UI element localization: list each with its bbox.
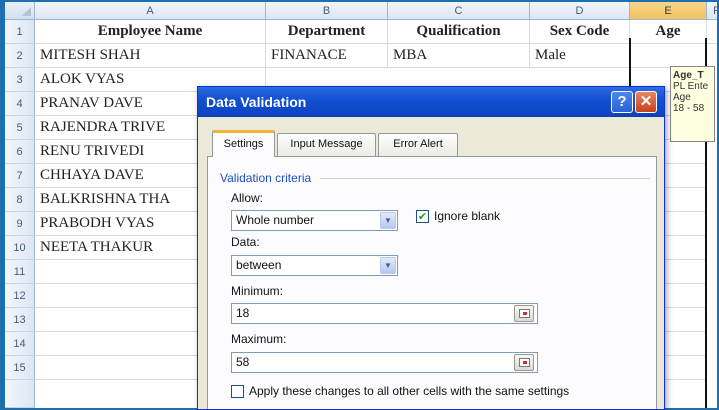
ignore-blank-label: Ignore blank <box>434 209 501 223</box>
chevron-down-icon[interactable]: ▼ <box>380 212 396 229</box>
close-button[interactable]: ✕ <box>635 91 657 113</box>
row-header-5[interactable]: 5 <box>5 116 35 140</box>
screenshot-frame: A B C D E F 1 2 3 4 5 6 7 8 9 10 11 12 1… <box>0 0 719 410</box>
input-message-line-3: 18 - 58 <box>673 103 705 114</box>
cell-e1[interactable]: Age <box>630 20 707 44</box>
cell-a1[interactable]: Employee Name <box>35 20 266 44</box>
cell-c1[interactable]: Qualification <box>388 20 530 44</box>
column-header-e[interactable]: E <box>630 2 707 20</box>
data-dropdown[interactable]: between ▼ <box>231 255 398 276</box>
input-message-line-1: PL Ente <box>673 81 709 92</box>
cell-e2[interactable] <box>630 44 707 68</box>
data-label: Data: <box>231 235 260 249</box>
row-header-6[interactable]: 6 <box>5 140 35 164</box>
cell-c2[interactable]: MBA <box>388 44 530 68</box>
row-header-8[interactable]: 8 <box>5 188 35 212</box>
chevron-down-icon[interactable]: ▼ <box>380 257 396 274</box>
minimum-field[interactable]: 18 <box>231 303 538 324</box>
column-header-c[interactable]: C <box>388 2 530 20</box>
cell-b2[interactable]: FINANACE <box>266 44 388 68</box>
data-dropdown-value: between <box>236 258 282 272</box>
row-header-2[interactable]: 2 <box>5 44 35 68</box>
allow-dropdown[interactable]: Whole number ▼ <box>231 210 398 231</box>
cell-d1[interactable]: Sex Code <box>530 20 630 44</box>
dialog-title-bar[interactable]: Data Validation <box>198 87 664 117</box>
range-picker-icon <box>519 309 530 318</box>
cell-b1[interactable]: Department <box>266 20 388 44</box>
maximum-field[interactable]: 58 <box>231 352 538 373</box>
maximum-range-picker-button[interactable] <box>514 354 534 371</box>
checkmark-icon: ✔ <box>417 210 428 223</box>
row-header-10[interactable]: 10 <box>5 236 35 260</box>
tab-input-message[interactable]: Input Message <box>277 133 376 156</box>
row-header-12[interactable]: 12 <box>5 284 35 308</box>
row-header-16[interactable] <box>5 380 35 408</box>
row-header-11[interactable]: 11 <box>5 260 35 284</box>
row-header-1[interactable]: 1 <box>5 20 35 44</box>
column-header-d[interactable]: D <box>530 2 630 20</box>
input-message-line-2: Age <box>673 92 691 103</box>
data-validation-dialog: Data Validation ? ✕ Settings Input Messa… <box>197 86 665 410</box>
apply-all-label: Apply these changes to all other cells w… <box>249 384 570 398</box>
validation-criteria-group-title: Validation criteria <box>220 171 312 185</box>
dialog-title: Data Validation <box>206 94 307 110</box>
allow-label: Allow: <box>231 191 264 205</box>
help-button[interactable]: ? <box>611 91 633 113</box>
maximum-label: Maximum: <box>231 332 287 346</box>
row-header-4[interactable]: 4 <box>5 92 35 116</box>
minimum-label: Minimum: <box>231 284 284 298</box>
row-header-14[interactable]: 14 <box>5 332 35 356</box>
ignore-blank-checkbox[interactable]: ✔ <box>416 210 429 223</box>
minimum-range-picker-button[interactable] <box>514 305 534 322</box>
column-header-f[interactable]: F <box>707 2 717 20</box>
apply-all-checkbox[interactable] <box>231 385 244 398</box>
cell-f1[interactable] <box>707 20 717 44</box>
column-header-a[interactable]: A <box>35 2 266 20</box>
select-all-triangle-icon <box>22 7 31 16</box>
group-divider <box>320 178 650 179</box>
row-header-7[interactable]: 7 <box>5 164 35 188</box>
allow-dropdown-value: Whole number <box>236 213 315 227</box>
tab-settings[interactable]: Settings <box>212 130 275 157</box>
row-header-15[interactable]: 15 <box>5 356 35 380</box>
input-message-title: Age_T <box>673 70 704 81</box>
column-header-b[interactable]: B <box>266 2 388 20</box>
input-message-tooltip: Age_T PL Ente Age 18 - 58 <box>670 66 715 142</box>
select-all-corner[interactable] <box>5 2 35 20</box>
row-header-13[interactable]: 13 <box>5 308 35 332</box>
cell-a2[interactable]: MITESH SHAH <box>35 44 266 68</box>
tab-error-alert[interactable]: Error Alert <box>378 133 458 156</box>
cell-d2[interactable]: Male <box>530 44 630 68</box>
row-header-9[interactable]: 9 <box>5 212 35 236</box>
range-picker-icon <box>519 358 530 367</box>
row-header-3[interactable]: 3 <box>5 68 35 92</box>
